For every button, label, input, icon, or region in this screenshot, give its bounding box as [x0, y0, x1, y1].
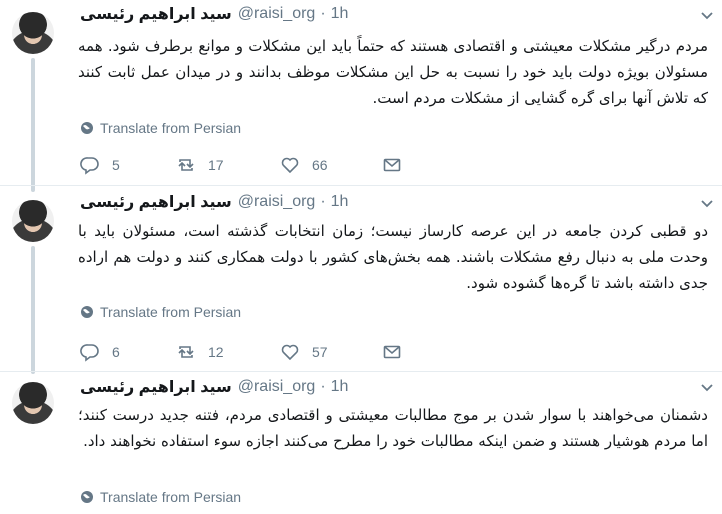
reply-button[interactable]: 6	[80, 342, 120, 362]
author-handle[interactable]: @raisi_org	[238, 378, 316, 396]
retweet-count: 17	[208, 157, 224, 173]
translate-link[interactable]: Translate from Persian	[80, 303, 241, 321]
timestamp[interactable]: 1h	[331, 193, 349, 211]
retweet-button[interactable]: 17	[176, 155, 224, 175]
separator-dot: ·	[320, 193, 326, 210]
translate-label: Translate from Persian	[100, 304, 242, 320]
like-button[interactable]: 66	[280, 155, 328, 175]
tweet-header: سید ابراهیم رئیسی @raisi_org · 1h	[80, 190, 348, 214]
author-handle[interactable]: @raisi_org	[238, 5, 316, 23]
reply-icon	[80, 157, 99, 175]
like-count: 66	[312, 157, 328, 173]
tweet-text: مردم درگیر مشکلات معیشتی و اقتصادی هستند…	[78, 37, 708, 107]
separator-dot: ·	[320, 5, 326, 22]
timestamp[interactable]: 1h	[331, 378, 349, 396]
globe-icon	[81, 306, 93, 318]
separator-dot: ·	[320, 378, 326, 395]
envelope-icon	[383, 158, 401, 172]
reply-count: 6	[112, 344, 120, 360]
reply-icon	[80, 344, 99, 362]
chevron-down-icon[interactable]	[700, 196, 714, 210]
author-handle[interactable]: @raisi_org	[238, 193, 316, 211]
thread-line	[31, 58, 35, 192]
retweet-icon	[178, 346, 194, 358]
tweet-header: سید ابراهیم رئیسی @raisi_org · 1h	[80, 2, 348, 26]
direct-message-button[interactable]	[382, 342, 414, 362]
translate-label: Translate from Persian	[100, 489, 242, 505]
tweet-header: سید ابراهیم رئیسی @raisi_org · 1h	[80, 375, 348, 399]
heart-icon	[281, 344, 299, 361]
heart-icon	[281, 157, 299, 174]
tweet-text: دو قطبی کردن جامعه در این عرصه کارساز نی…	[78, 222, 708, 292]
envelope-icon	[383, 345, 401, 359]
reply-button[interactable]: 5	[80, 155, 120, 175]
tweet-divider	[0, 371, 722, 372]
author-name[interactable]: سید ابراهیم رئیسی	[80, 192, 232, 212]
retweet-count: 12	[208, 344, 224, 360]
translate-label: Translate from Persian	[100, 120, 242, 136]
retweet-button[interactable]: 12	[176, 342, 224, 362]
translate-link[interactable]: Translate from Persian	[80, 119, 241, 137]
chevron-down-icon[interactable]	[700, 8, 714, 22]
author-name[interactable]: سید ابراهیم رئیسی	[80, 377, 232, 397]
chevron-down-icon[interactable]	[700, 380, 714, 394]
reply-count: 5	[112, 157, 120, 173]
globe-icon	[81, 122, 93, 134]
avatar[interactable]	[12, 12, 54, 54]
translate-link[interactable]: Translate from Persian	[80, 488, 241, 506]
like-button[interactable]: 57	[280, 342, 328, 362]
avatar[interactable]	[12, 382, 54, 424]
direct-message-button[interactable]	[382, 155, 414, 175]
retweet-icon	[178, 159, 194, 171]
author-name[interactable]: سید ابراهیم رئیسی	[80, 4, 232, 24]
globe-icon	[81, 491, 93, 503]
thread-line	[31, 246, 35, 374]
tweet-divider	[0, 185, 722, 186]
avatar[interactable]	[12, 200, 54, 242]
timestamp[interactable]: 1h	[331, 5, 349, 23]
like-count: 57	[312, 344, 328, 360]
tweet-text: دشمنان می‌خواهند با سوار شدن بر موج مطال…	[78, 406, 708, 450]
